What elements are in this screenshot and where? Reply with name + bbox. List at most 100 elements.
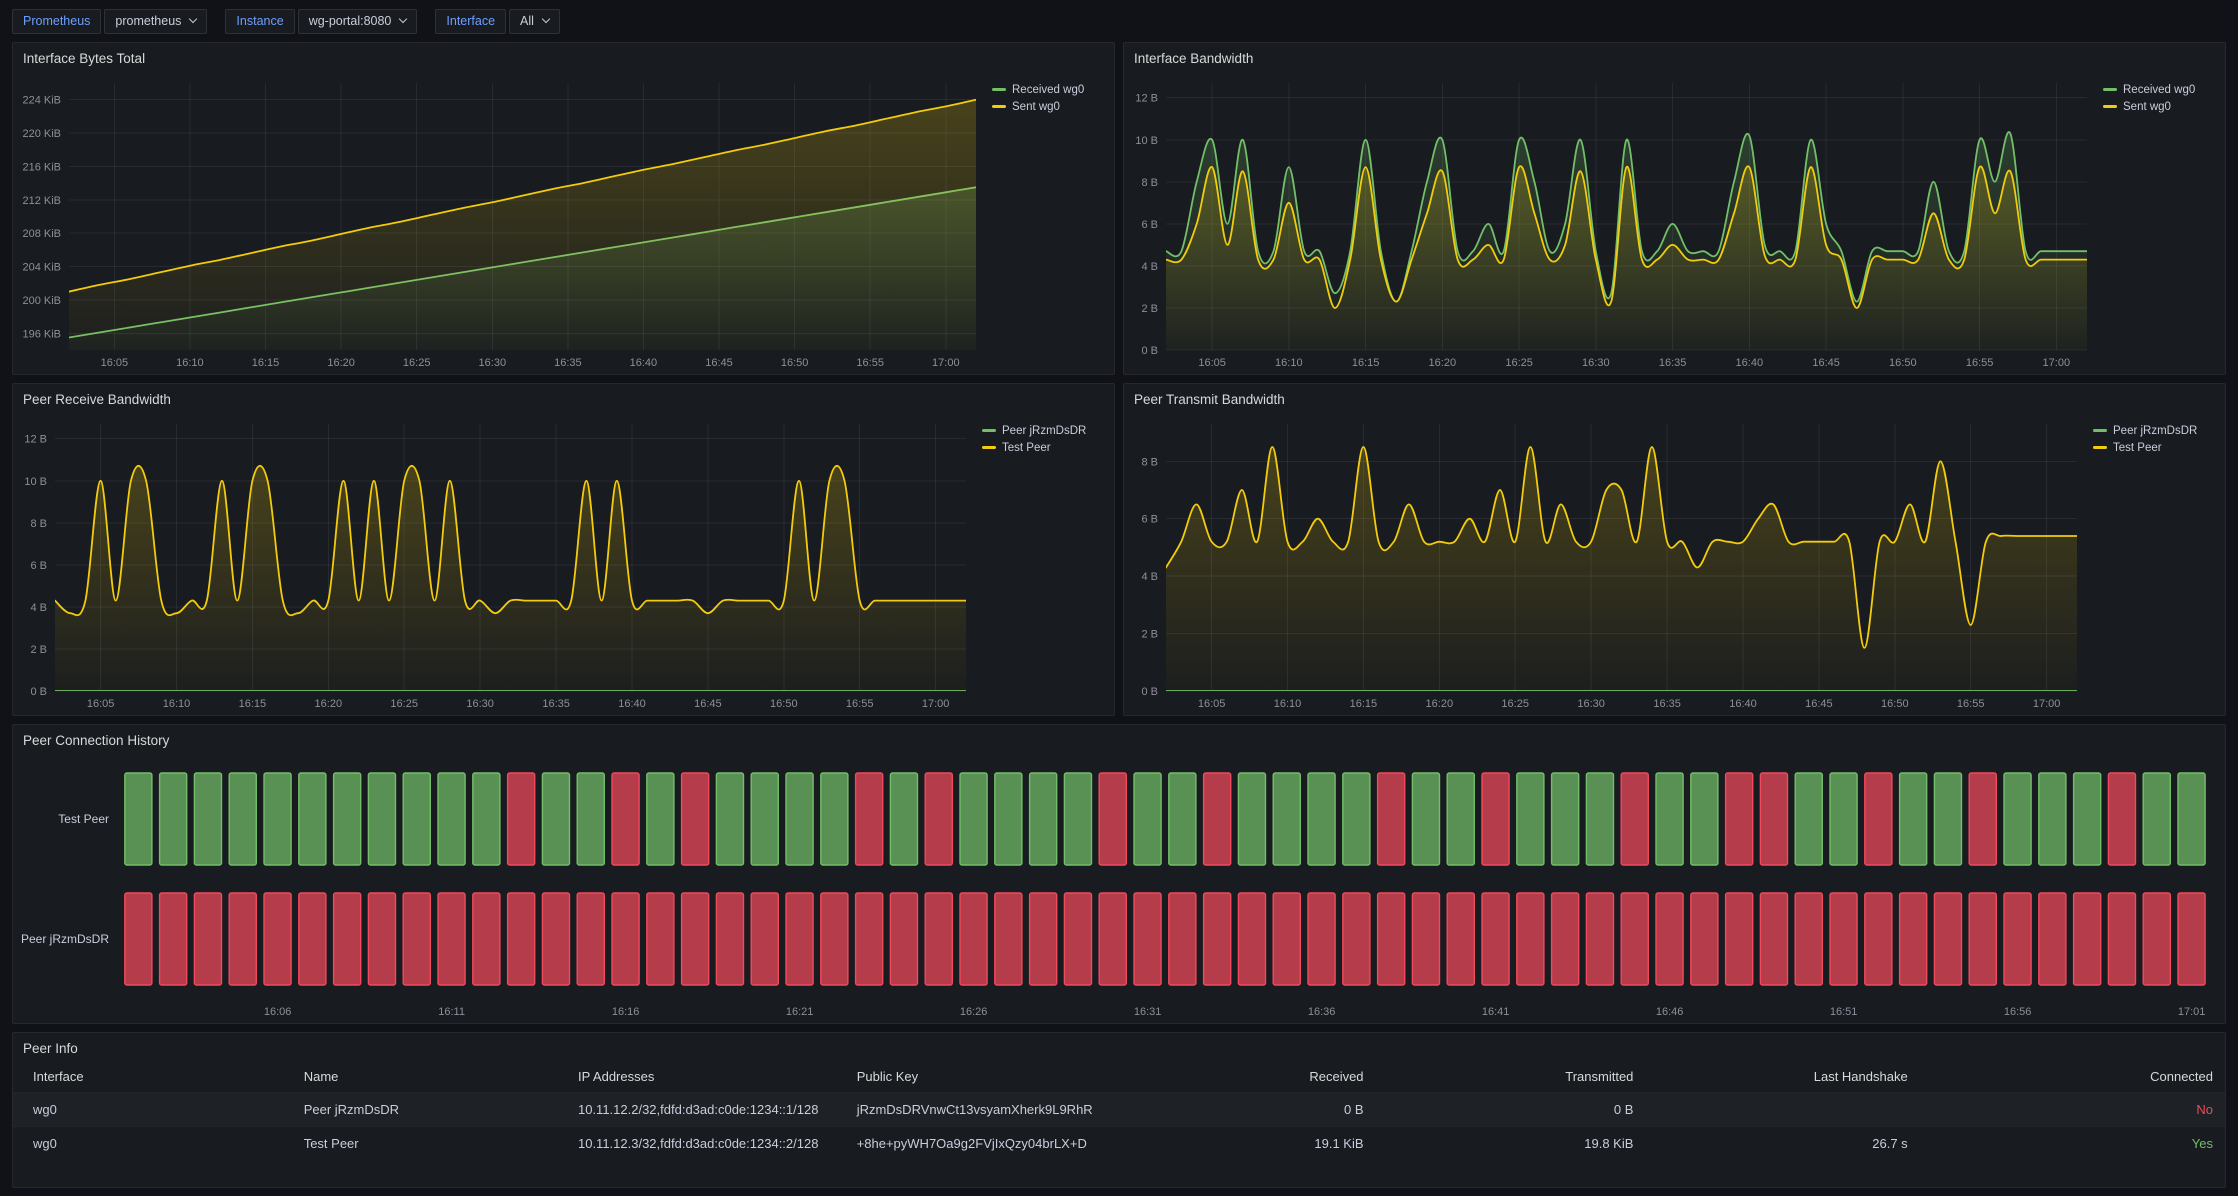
status-bar[interactable] [1586, 893, 1613, 985]
legend-item-label[interactable]: Received wg0 [2123, 84, 2195, 96]
panel-title[interactable]: Peer Receive Bandwidth [13, 384, 1114, 412]
status-bar[interactable] [264, 893, 291, 985]
status-bar[interactable] [1865, 773, 1892, 865]
status-bar[interactable] [1830, 893, 1857, 985]
status-bar[interactable] [1969, 893, 1996, 985]
status-bar[interactable] [2178, 893, 2205, 985]
status-bar[interactable] [1169, 893, 1196, 985]
status-bar[interactable] [160, 773, 187, 865]
status-bar[interactable] [2039, 773, 2066, 865]
chart-canvas[interactable]: 0 B2 B4 B6 B8 B10 B12 B16:0516:1016:1516… [1124, 71, 2225, 374]
status-bar[interactable] [682, 773, 709, 865]
status-bar[interactable] [1169, 773, 1196, 865]
status-bar[interactable] [890, 893, 917, 985]
legend-item-label[interactable]: Sent wg0 [1012, 101, 1060, 113]
chart-body[interactable]: 0 B2 B4 B6 B8 B10 B12 B16:0516:1016:1516… [13, 412, 1114, 715]
status-bar[interactable] [1482, 773, 1509, 865]
history-body[interactable]: Test PeerPeer jRzmDsDR16:0616:1116:1616:… [13, 753, 2225, 1023]
variable-dropdown-prometheus[interactable]: prometheus [104, 9, 207, 34]
status-bar[interactable] [299, 773, 326, 865]
status-bar[interactable] [508, 773, 535, 865]
status-bar[interactable] [2004, 773, 2031, 865]
column-header-public-key[interactable]: Public Key [845, 1061, 1135, 1093]
status-bar[interactable] [160, 893, 187, 985]
status-bar[interactable] [2143, 893, 2170, 985]
column-header-name[interactable]: Name [292, 1061, 566, 1093]
legend-marker[interactable] [992, 88, 1006, 91]
status-bar[interactable] [334, 773, 361, 865]
status-bar[interactable] [1934, 893, 1961, 985]
status-bar[interactable] [1204, 773, 1231, 865]
chart-body[interactable]: 0 B2 B4 B6 B8 B16:0516:1016:1516:2016:25… [1124, 412, 2225, 715]
status-bar[interactable] [2108, 773, 2135, 865]
status-bar[interactable] [716, 893, 743, 985]
status-bar[interactable] [1099, 893, 1126, 985]
column-header-transmitted[interactable]: Transmitted [1376, 1061, 1646, 1093]
status-bar[interactable] [438, 773, 465, 865]
status-bar[interactable] [368, 773, 395, 865]
panel-title[interactable]: Interface Bandwidth [1124, 43, 2225, 71]
status-bar[interactable] [299, 893, 326, 985]
status-bar[interactable] [229, 893, 256, 985]
status-bar[interactable] [1865, 893, 1892, 985]
column-header-last-handshake[interactable]: Last Handshake [1645, 1061, 1919, 1093]
status-bar[interactable] [1308, 893, 1335, 985]
status-bar[interactable] [682, 893, 709, 985]
chart-body[interactable]: 196 KiB200 KiB204 KiB208 KiB212 KiB216 K… [13, 71, 1114, 374]
status-bar[interactable] [542, 893, 569, 985]
status-bar[interactable] [2108, 893, 2135, 985]
status-bar[interactable] [1273, 893, 1300, 985]
status-bar[interactable] [1517, 893, 1544, 985]
status-bar[interactable] [1934, 773, 1961, 865]
status-bar[interactable] [2004, 893, 2031, 985]
status-bar[interactable] [1134, 893, 1161, 985]
status-bar[interactable] [403, 893, 430, 985]
status-bar[interactable] [1760, 893, 1787, 985]
status-bar[interactable] [751, 893, 778, 985]
status-bar[interactable] [125, 773, 152, 865]
status-bar[interactable] [612, 773, 639, 865]
status-bar[interactable] [1099, 773, 1126, 865]
status-bar[interactable] [368, 893, 395, 985]
legend-item-label[interactable]: Peer jRzmDsDR [2113, 425, 2197, 437]
status-bar[interactable] [1204, 893, 1231, 985]
status-bar[interactable] [1552, 893, 1579, 985]
status-bar[interactable] [334, 893, 361, 985]
status-bar[interactable] [1134, 773, 1161, 865]
status-bar[interactable] [577, 773, 604, 865]
panel-title[interactable]: Peer Connection History [13, 725, 2225, 753]
status-bar[interactable] [1691, 773, 1718, 865]
status-bar[interactable] [1343, 773, 1370, 865]
column-header-interface[interactable]: Interface [13, 1061, 292, 1093]
status-bar[interactable] [821, 773, 848, 865]
status-bar[interactable] [125, 893, 152, 985]
status-bar[interactable] [1447, 773, 1474, 865]
status-bar[interactable] [1900, 893, 1927, 985]
status-bar[interactable] [229, 773, 256, 865]
legend-item-label[interactable]: Received wg0 [1012, 84, 1084, 96]
status-bar[interactable] [647, 773, 674, 865]
status-bar[interactable] [751, 773, 778, 865]
status-bar[interactable] [786, 893, 813, 985]
status-bar[interactable] [612, 893, 639, 985]
status-bar[interactable] [1064, 773, 1091, 865]
status-bar[interactable] [1552, 773, 1579, 865]
status-bar[interactable] [995, 773, 1022, 865]
status-bar[interactable] [925, 773, 952, 865]
status-bar[interactable] [1030, 773, 1057, 865]
status-bar[interactable] [1830, 773, 1857, 865]
status-bar[interactable] [890, 773, 917, 865]
status-bar[interactable] [1447, 893, 1474, 985]
status-bar[interactable] [925, 893, 952, 985]
column-header-received[interactable]: Received [1134, 1061, 1375, 1093]
status-bar[interactable] [1586, 773, 1613, 865]
status-bar[interactable] [1517, 773, 1544, 865]
status-bar[interactable] [856, 773, 883, 865]
status-bar[interactable] [1378, 893, 1405, 985]
status-bar[interactable] [2178, 773, 2205, 865]
status-bar[interactable] [1656, 773, 1683, 865]
status-bar[interactable] [856, 893, 883, 985]
column-header-connected[interactable]: Connected [1920, 1061, 2225, 1093]
legend-marker[interactable] [982, 446, 996, 449]
status-bar[interactable] [1760, 773, 1787, 865]
